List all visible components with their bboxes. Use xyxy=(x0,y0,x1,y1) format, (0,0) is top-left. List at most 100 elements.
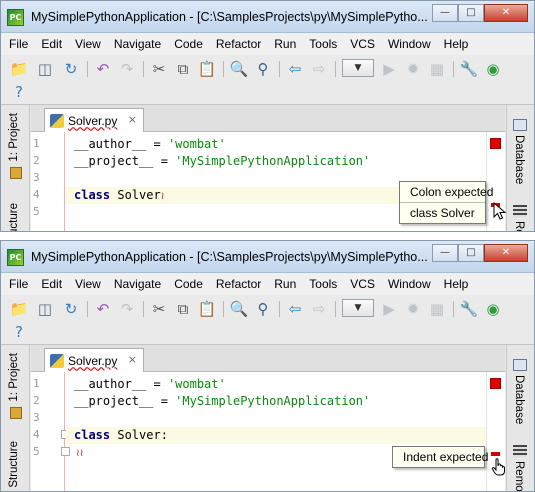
structure-tool-tab[interactable]: Structure xyxy=(8,203,20,231)
error-squiggle: ≀≀ xyxy=(76,448,84,459)
error-marker[interactable] xyxy=(491,452,500,456)
replace-icon[interactable]: ⚲ xyxy=(253,59,273,79)
menu-refactor[interactable]: Refactor xyxy=(216,277,261,291)
close-button[interactable]: ✕ xyxy=(484,4,528,22)
menu-help[interactable]: Help xyxy=(444,277,469,291)
menu-file[interactable]: File xyxy=(9,277,28,291)
forward-icon[interactable]: ⇨ xyxy=(309,299,329,319)
menu-bar: File Edit View Navigate Code Refactor Ru… xyxy=(1,273,534,295)
menu-bar: File Edit View Navigate Code Refactor Ru… xyxy=(1,33,534,55)
menu-run[interactable]: Run xyxy=(274,277,296,291)
menu-view[interactable]: View xyxy=(75,37,101,51)
line-number: 5 xyxy=(33,205,40,218)
maximize-button[interactable]: □ xyxy=(458,4,484,22)
back-icon[interactable]: ⇦ xyxy=(285,299,305,319)
database-tool-tab[interactable]: Database xyxy=(513,375,525,424)
find-icon[interactable]: 🔍 xyxy=(229,59,249,79)
menu-window[interactable]: Window xyxy=(388,37,431,51)
main-toolbar: 📁 ◫ ↻ ↶ ↷ ✂ ⧉ 📋 🔍 ⚲ ⇦ ⇨ ▼ ▶ ✹ ▦ 🔧 ◉ ? xyxy=(1,55,534,105)
maximize-button[interactable]: □ xyxy=(458,244,484,262)
open-folder-icon[interactable]: 📁 xyxy=(9,299,29,319)
tab-label: Solver.py xyxy=(68,113,118,128)
cut-icon[interactable]: ✂ xyxy=(149,299,169,319)
minimize-button[interactable]: — xyxy=(432,244,458,262)
project-tool-tab[interactable]: 1: Project xyxy=(8,113,20,162)
close-tab-icon[interactable]: × xyxy=(128,113,137,126)
structure-tool-tab[interactable]: Structure xyxy=(8,441,20,488)
run-icon[interactable]: ▶ xyxy=(379,299,399,319)
forward-icon[interactable]: ⇨ xyxy=(309,59,329,79)
error-tooltip: Indent expected xyxy=(392,446,488,468)
menu-navigate[interactable]: Navigate xyxy=(114,277,161,291)
menu-navigate[interactable]: Navigate xyxy=(114,37,161,51)
menu-code[interactable]: Code xyxy=(174,37,203,51)
database-tool-icon xyxy=(513,119,527,131)
menu-help[interactable]: Help xyxy=(444,37,469,51)
line-number: 3 xyxy=(33,171,40,184)
menu-tools[interactable]: Tools xyxy=(309,37,337,51)
code-line-2: __project__ = 'MySimplePythonApplication… xyxy=(74,154,371,168)
project-tool-tab[interactable]: 1: Project xyxy=(8,353,20,402)
menu-code[interactable]: Code xyxy=(174,277,203,291)
menu-view[interactable]: View xyxy=(75,277,101,291)
minimize-button[interactable]: — xyxy=(432,4,458,22)
settings-icon[interactable]: 🔧 xyxy=(459,59,479,79)
help-icon[interactable]: ? xyxy=(9,322,29,342)
window-controls: — □ ✕ xyxy=(432,244,528,262)
plugin-icon[interactable]: ◉ xyxy=(483,299,503,319)
menu-run[interactable]: Run xyxy=(274,37,296,51)
title-bar: PC MySimplePythonApplication - [C:\Sampl… xyxy=(1,1,534,33)
pycharm-logo-icon: PC xyxy=(7,249,24,266)
tab-solver-py[interactable]: Solver.py × xyxy=(44,108,144,132)
redo-icon[interactable]: ↷ xyxy=(117,59,137,79)
open-folder-icon[interactable]: 📁 xyxy=(9,59,29,79)
help-icon[interactable]: ? xyxy=(9,82,29,102)
project-tool-icon xyxy=(10,407,22,419)
menu-tools[interactable]: Tools xyxy=(309,277,337,291)
window-title: MySimplePythonApplication - [C:\SamplesP… xyxy=(31,10,428,24)
save-icon[interactable]: ◫ xyxy=(35,299,55,319)
error-status-icon[interactable] xyxy=(490,378,501,389)
menu-vcs[interactable]: VCS xyxy=(350,37,375,51)
replace-icon[interactable]: ⚲ xyxy=(253,299,273,319)
undo-icon[interactable]: ↶ xyxy=(93,59,113,79)
paste-icon[interactable]: 📋 xyxy=(197,299,217,319)
menu-refactor[interactable]: Refactor xyxy=(216,37,261,51)
code-line-1: __author__ = 'wombat' xyxy=(74,137,226,151)
menu-file[interactable]: File xyxy=(9,37,28,51)
save-icon[interactable]: ◫ xyxy=(35,59,55,79)
undo-icon[interactable]: ↶ xyxy=(93,299,113,319)
paste-icon[interactable]: 📋 xyxy=(197,59,217,79)
settings-icon[interactable]: 🔧 xyxy=(459,299,479,319)
error-status-icon[interactable] xyxy=(490,138,501,149)
code-editor[interactable]: 1 2 3 4 5 __author__ = 'wombat' __projec… xyxy=(31,372,486,491)
menu-edit[interactable]: Edit xyxy=(41,37,62,51)
right-tool-strip: Database Remote xyxy=(506,105,534,231)
stop-icon[interactable]: ▦ xyxy=(427,299,447,319)
redo-icon[interactable]: ↷ xyxy=(117,299,137,319)
close-button[interactable]: ✕ xyxy=(484,244,528,262)
copy-icon[interactable]: ⧉ xyxy=(173,299,193,319)
database-tool-tab[interactable]: Database xyxy=(513,135,525,184)
debug-icon[interactable]: ✹ xyxy=(403,59,423,79)
sync-icon[interactable]: ↻ xyxy=(61,59,81,79)
menu-vcs[interactable]: VCS xyxy=(350,277,375,291)
close-tab-icon[interactable]: × xyxy=(128,353,137,366)
tab-solver-py[interactable]: Solver.py × xyxy=(44,348,144,372)
line-number: 4 xyxy=(33,188,40,201)
run-icon[interactable]: ▶ xyxy=(379,59,399,79)
menu-window[interactable]: Window xyxy=(388,277,431,291)
remote-tool-tab[interactable]: Remote xyxy=(513,461,525,491)
cut-icon[interactable]: ✂ xyxy=(149,59,169,79)
sync-icon[interactable]: ↻ xyxy=(61,299,81,319)
run-config-dropdown[interactable]: ▼ xyxy=(342,299,374,317)
back-icon[interactable]: ⇦ xyxy=(285,59,305,79)
debug-icon[interactable]: ✹ xyxy=(403,299,423,319)
copy-icon[interactable]: ⧉ xyxy=(173,59,193,79)
menu-edit[interactable]: Edit xyxy=(41,277,62,291)
plugin-icon[interactable]: ◉ xyxy=(483,59,503,79)
find-icon[interactable]: 🔍 xyxy=(229,299,249,319)
stop-icon[interactable]: ▦ xyxy=(427,59,447,79)
remote-tool-tab[interactable]: Remote xyxy=(513,221,525,231)
run-config-dropdown[interactable]: ▼ xyxy=(342,59,374,77)
